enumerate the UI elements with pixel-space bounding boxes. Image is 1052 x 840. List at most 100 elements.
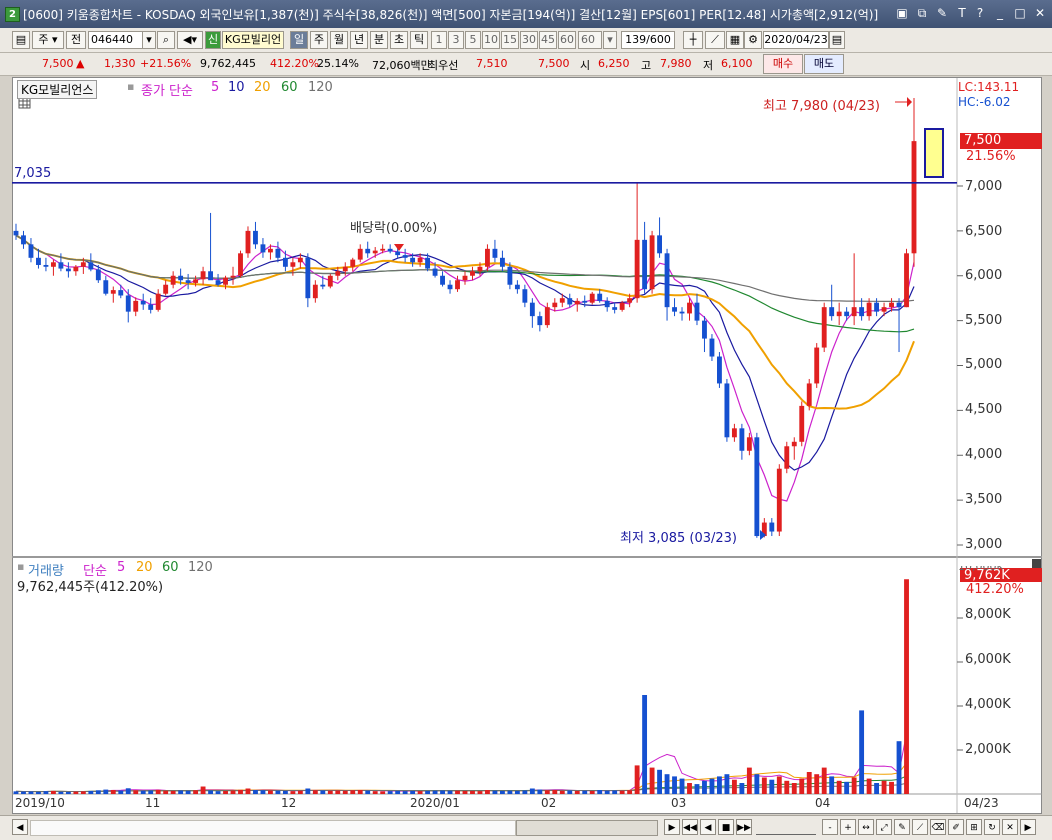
volume-bar: [612, 790, 618, 794]
candle-body: [477, 266, 483, 272]
prev-icon[interactable]: ◀: [700, 819, 716, 835]
volume-bar: [110, 790, 116, 794]
volume-y-tick: 6,000K: [965, 652, 1011, 667]
candle-body: [717, 356, 722, 384]
lock-icon[interactable]: ⊞: [966, 819, 982, 835]
volume-bar: [417, 791, 423, 794]
candle-body: [13, 230, 19, 236]
volume-ma-60[interactable]: 60: [162, 560, 179, 575]
volume-bar: [559, 790, 565, 794]
volume-bar: [200, 786, 206, 794]
volume-bar: [320, 790, 326, 794]
candle-body: [544, 307, 550, 326]
volume-bar: [462, 790, 468, 794]
candle-body: [552, 302, 558, 308]
rewind-icon[interactable]: ◀◀: [682, 819, 698, 835]
draw-icon[interactable]: ✎: [894, 819, 910, 835]
low-annotation: 최저 3,085 (03/23): [620, 531, 738, 546]
candle-body: [485, 248, 490, 267]
volume-bar: [380, 791, 386, 794]
candle-body: [208, 271, 213, 281]
scroll-right-icon[interactable]: ▶: [1020, 819, 1036, 835]
ma-legend-head[interactable]: 종가 단순: [141, 80, 193, 99]
ma-legend-120[interactable]: 120: [308, 80, 333, 95]
volume-bar: [133, 790, 139, 794]
volume-bar: [717, 776, 722, 794]
dividend-marker-icon: [394, 244, 404, 251]
candle-body: [567, 298, 573, 305]
candle-body: [904, 253, 909, 308]
volume-bar: [642, 695, 648, 794]
volume-y-tick: 4,000K: [965, 697, 1011, 712]
volume-bar: [829, 776, 835, 794]
volume-ma-20[interactable]: 20: [136, 560, 153, 575]
zoom-slider[interactable]: [756, 820, 816, 835]
volume-bar: [290, 791, 296, 794]
zoom-out-icon[interactable]: -: [822, 819, 838, 835]
scroll-left-icon[interactable]: ◀: [12, 819, 28, 835]
candlestick-chart[interactable]: [0, 0, 1052, 839]
stock-name-tag[interactable]: KG모빌리언스: [17, 80, 98, 99]
volume-bar: [208, 790, 213, 794]
close-tool-icon[interactable]: ✕: [1002, 819, 1018, 835]
volume-bar: [125, 788, 131, 794]
volume-bar: [268, 790, 273, 794]
candle-body: [425, 257, 431, 269]
volume-bar: [522, 790, 528, 794]
candle-body: [238, 253, 243, 276]
x-tick: 12: [281, 796, 297, 810]
ma-legend-10[interactable]: 10: [228, 80, 245, 95]
scroll-thumb[interactable]: [516, 820, 658, 836]
volume-bar: [889, 781, 894, 794]
hline-label: 7,035: [14, 166, 52, 181]
candle-body: [649, 235, 655, 290]
candle-body: [776, 468, 782, 532]
volume-ma-120[interactable]: 120: [188, 560, 213, 575]
stop-icon[interactable]: ■: [718, 819, 734, 835]
volume-bar: [597, 790, 603, 794]
scroll-track[interactable]: [30, 820, 516, 836]
zoom-in-icon[interactable]: +: [840, 819, 856, 835]
volume-bar: [335, 790, 341, 794]
volume-bar: [866, 778, 872, 794]
fit-icon[interactable]: ↔: [858, 819, 874, 835]
x-tick: 03: [671, 796, 687, 810]
candle-body: [896, 302, 902, 308]
volume-bar: [36, 791, 41, 794]
volume-bar: [485, 790, 490, 794]
candle-body: [245, 230, 251, 254]
refresh-icon[interactable]: ↻: [984, 819, 1000, 835]
volume-bar: [365, 790, 371, 794]
candle-body: [402, 255, 408, 258]
ma-legend-5[interactable]: 5: [211, 80, 219, 95]
candle-body: [140, 300, 146, 305]
volume-bar: [253, 790, 258, 794]
ma-legend-60[interactable]: 60: [281, 80, 298, 95]
volume-bar: [552, 790, 558, 794]
volume-bar: [896, 741, 902, 794]
volume-bar: [784, 780, 790, 794]
volume-bar: [821, 767, 827, 794]
ruler-icon[interactable]: ⟋: [912, 819, 928, 835]
volume-bar: [178, 790, 184, 794]
candle-body: [125, 295, 131, 312]
candle-body: [148, 304, 154, 310]
volume-bar: [95, 790, 101, 794]
volume-bar: [447, 790, 453, 794]
volume-ma-5[interactable]: 5: [117, 560, 125, 575]
eraser-icon[interactable]: ⌫: [930, 819, 946, 835]
next-icon[interactable]: ▶▶: [736, 819, 752, 835]
tool-icon[interactable]: ⤢: [876, 819, 892, 835]
volume-bar: [657, 769, 662, 794]
play-icon[interactable]: ▶: [664, 819, 680, 835]
pen-icon[interactable]: ✐: [948, 819, 964, 835]
candle-body: [911, 141, 917, 254]
volume-bar: [455, 790, 460, 794]
candle-body: [859, 307, 865, 317]
volume-bar: [88, 790, 94, 794]
ma-line-20: [15, 234, 915, 410]
chart-scrollbar[interactable]: ◀ ▶ ◀◀ ◀ ■ ▶▶ - + ↔ ⤢ ✎ ⟋ ⌫ ✐ ⊞ ↻ ✕ ▶: [0, 815, 1052, 840]
volume-bar: [499, 790, 505, 794]
ma-legend-20[interactable]: 20: [254, 80, 271, 95]
volume-bar: [50, 790, 56, 794]
